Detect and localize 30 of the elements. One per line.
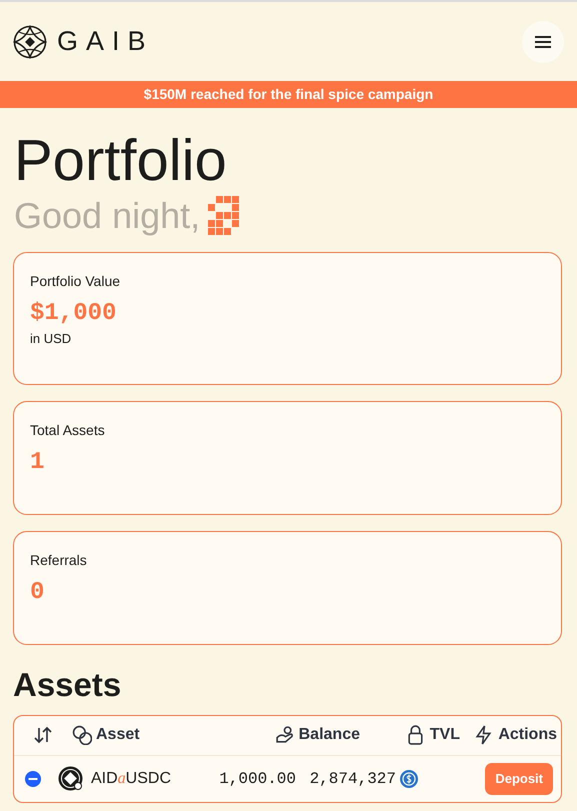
logo-icon bbox=[13, 24, 47, 58]
column-header: Asset bbox=[96, 725, 140, 746]
greeting-text: Good night, bbox=[14, 196, 200, 236]
stat-value: 0 bbox=[30, 578, 46, 608]
column-header: Actions bbox=[498, 725, 557, 746]
section-title: Assets bbox=[13, 666, 122, 703]
page-title: Portfolio bbox=[14, 132, 228, 190]
coins-icon bbox=[72, 725, 92, 746]
logo-text: GAIB bbox=[57, 25, 154, 58]
tvl-cell-text: 2,874,327 bbox=[310, 768, 396, 790]
stat-label: Portfolio Value bbox=[30, 272, 122, 291]
announcement-banner: $150M reached for the final spice campaign bbox=[0, 81, 577, 108]
stat-value: 1 bbox=[30, 448, 46, 478]
balance-cell-text: 1,000.00 bbox=[218, 768, 296, 790]
menu-icon bbox=[534, 34, 552, 48]
stat-label: Referrals bbox=[30, 550, 88, 570]
stat-value: $1,000 bbox=[30, 298, 118, 329]
asset-name: AIDaUSDC bbox=[91, 768, 172, 789]
stat-note: in USD bbox=[30, 330, 72, 348]
menu-button[interactable] bbox=[522, 20, 564, 62]
column-header: TVL bbox=[430, 725, 460, 746]
sort-icon bbox=[34, 726, 52, 744]
token-icon bbox=[58, 766, 83, 792]
deposit-button[interactable]: Deposit bbox=[485, 763, 553, 795]
column-header: Balance bbox=[298, 725, 360, 746]
dollar-coin-icon bbox=[400, 770, 418, 788]
stat-label: Total Assets bbox=[30, 420, 106, 440]
minus-circle-icon bbox=[25, 770, 41, 787]
hand-coin-icon bbox=[274, 725, 295, 746]
pixel-avatar-icon bbox=[208, 196, 240, 236]
